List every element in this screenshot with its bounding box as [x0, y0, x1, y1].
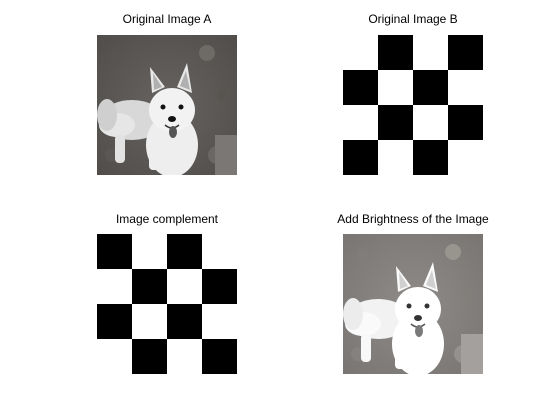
checker-b-cell-3-1	[378, 140, 413, 175]
title-original-image-b: Original Image B	[368, 12, 458, 26]
checker-b-cell-3-0	[343, 140, 378, 175]
checker-c-cell-3-1	[132, 339, 167, 374]
checker-b-cell-0-2	[413, 35, 448, 70]
checker-c-cell-3-3	[202, 339, 237, 374]
checker-b-cell-2-0	[343, 105, 378, 140]
dog-photo-original	[97, 35, 237, 175]
checker-c-cell-3-0	[97, 339, 132, 374]
checker-c-cell-1-0	[97, 269, 132, 304]
checker-b-cell-1-0	[343, 70, 378, 105]
checkerboard-b	[343, 35, 483, 175]
original-image-a	[97, 35, 237, 175]
checker-b-cell-1-2	[413, 70, 448, 105]
checker-c-cell-2-0	[97, 304, 132, 339]
checker-c-cell-2-3	[202, 304, 237, 339]
title-add-brightness: Add Brightness of the Image	[337, 212, 489, 226]
checker-b-cell-0-1	[378, 35, 413, 70]
checker-c-cell-1-3	[202, 269, 237, 304]
title-image-complement: Image complement	[115, 212, 219, 226]
checker-b-cell-2-2	[413, 105, 448, 140]
checker-c-cell-0-0	[97, 234, 132, 269]
checker-b-cell-3-3	[448, 140, 483, 175]
checker-c-cell-2-1	[132, 304, 167, 339]
checker-b-cell-3-2	[413, 140, 448, 175]
checker-b-cell-0-3	[448, 35, 483, 70]
checker-b-cell-1-3	[448, 70, 483, 105]
checker-c-cell-1-1	[132, 269, 167, 304]
dog-photo-brightened	[343, 234, 483, 374]
checker-b-cell-2-3	[448, 105, 483, 140]
checker-c-cell-0-1	[132, 234, 167, 269]
brightened-image	[343, 234, 483, 374]
original-image-b	[343, 35, 483, 175]
checker-b-cell-1-1	[378, 70, 413, 105]
checker-c-cell-3-2	[167, 339, 202, 374]
checker-c-cell-0-2	[167, 234, 202, 269]
checkerboard-complement	[97, 234, 237, 374]
title-original-image-a: Original Image A	[122, 12, 212, 26]
checker-b-cell-0-0	[343, 35, 378, 70]
checker-c-cell-0-3	[202, 234, 237, 269]
image-complement	[97, 234, 237, 374]
checker-c-cell-2-2	[167, 304, 202, 339]
checker-c-cell-1-2	[167, 269, 202, 304]
checker-b-cell-2-1	[378, 105, 413, 140]
